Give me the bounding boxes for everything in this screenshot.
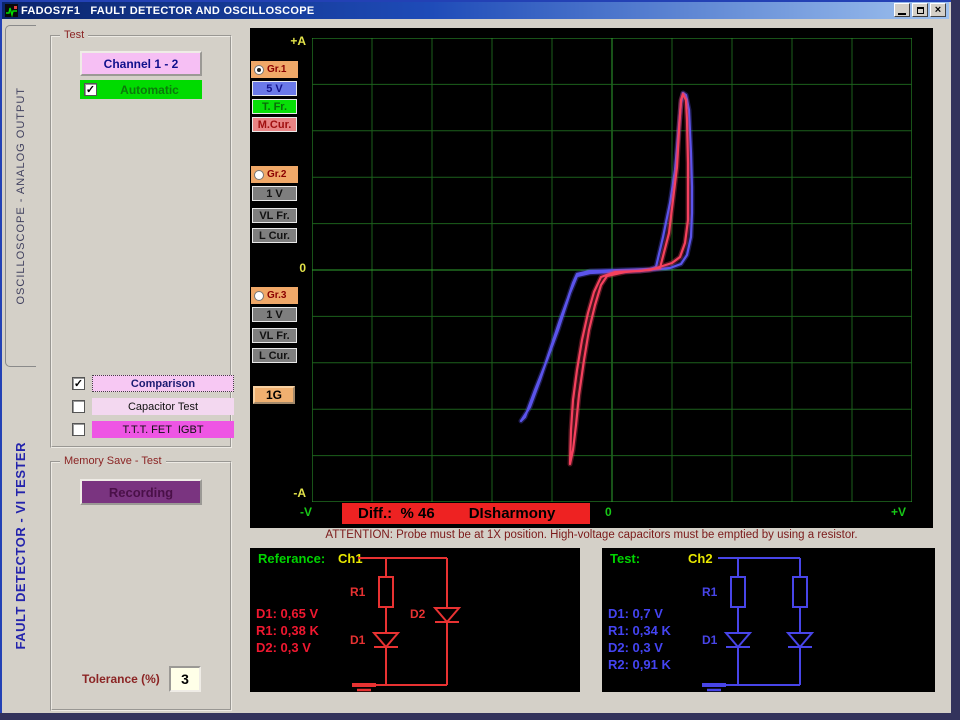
gain-group-3-radio-row[interactable]: Gr.3 — [251, 287, 298, 304]
comparison-checkbox[interactable]: ✓ — [72, 377, 85, 390]
gr3-current-button[interactable]: L Cur. — [252, 348, 297, 363]
x-axis-label-plus-v: +V — [891, 505, 906, 519]
component-label-d1: D1 — [350, 633, 366, 647]
recording-button[interactable]: Recording — [80, 479, 202, 505]
comparison-label: Comparison — [92, 375, 234, 392]
gr2-frequency-button[interactable]: VL Fr. — [252, 208, 297, 223]
restore-button[interactable] — [912, 3, 928, 17]
component-label-r1: R1 — [702, 585, 718, 599]
gr1-current-button[interactable]: M.Cur. — [252, 117, 297, 132]
difference-value: Diff.: % 46 — [358, 505, 435, 522]
trace-test-ch2 — [521, 93, 692, 421]
trace-reference-ch1 — [570, 94, 688, 464]
difference-status: DIsharmony — [469, 505, 556, 522]
channel-1-2-button[interactable]: Channel 1 - 2 — [80, 51, 202, 76]
component-label-d1: D1 — [702, 633, 718, 647]
trace-test-ch2 — [521, 93, 692, 421]
minimize-icon — [898, 13, 906, 15]
automatic-checkbox[interactable]: ✓ — [84, 83, 97, 96]
reference-channel-panel: Referance: Ch1 D1: 0,65 V R1: 0,38 K D2:… — [250, 548, 580, 692]
gr3-voltage-button[interactable]: 1 V — [252, 307, 297, 322]
gain-group-2-radio-row[interactable]: Gr.2 — [251, 166, 298, 183]
tab-oscilloscope-analog-output[interactable]: OSCILLOSCOPE - ANALOG OUTPUT — [5, 25, 36, 367]
tolerance-input[interactable] — [169, 666, 201, 692]
one-g-button[interactable]: 1G — [253, 386, 295, 404]
x-axis-label-zero: 0 — [605, 505, 612, 519]
window-title: FADOS7F1 FAULT DETECTOR AND OSCILLOSCOPE — [21, 5, 315, 17]
oscilloscope-display: Gr.1 5 V T. Fr. M.Cur. Gr.2 1 V VL Fr. L… — [250, 28, 933, 528]
component-label-r1: R1 — [350, 585, 366, 599]
tolerance-label: Tolerance (%) — [82, 672, 160, 686]
ttt-fet-igbt-checkbox[interactable] — [72, 423, 85, 436]
tab-fault-detector-label: FAULT DETECTOR - VI TESTER — [13, 442, 28, 650]
gr1-voltage-button[interactable]: 5 V — [252, 81, 297, 96]
capacitor-test-checkbox-row[interactable]: Capacitor Test — [72, 398, 234, 415]
window-controls: × — [894, 3, 946, 17]
comparison-checkbox-row[interactable]: ✓ Comparison — [72, 375, 234, 392]
gr2-voltage-button[interactable]: 1 V — [252, 186, 297, 201]
ttt-fet-igbt-checkbox-row[interactable]: T.T.T. FET IGBT — [72, 421, 234, 438]
app-icon — [5, 4, 18, 17]
automatic-label: Automatic — [97, 83, 202, 97]
gr3-frequency-button[interactable]: VL Fr. — [252, 328, 297, 343]
component-label-d2: D2 — [410, 607, 426, 621]
difference-status-banner: Diff.: % 46 DIsharmony — [342, 503, 590, 524]
memory-save-groupbox: Memory Save - Test Recording Tolerance (… — [50, 461, 232, 711]
close-icon: × — [935, 5, 941, 15]
gr3-label: Gr.3 — [267, 290, 286, 301]
gr2-radio[interactable] — [254, 170, 264, 180]
automatic-checkbox-row[interactable]: ✓ Automatic — [80, 80, 202, 99]
close-button[interactable]: × — [930, 3, 946, 17]
gr3-radio[interactable] — [254, 291, 264, 301]
capacitor-test-label: Capacitor Test — [92, 398, 234, 415]
tab-fault-detector-vi-tester[interactable]: FAULT DETECTOR - VI TESTER — [6, 388, 34, 704]
titlebar: FADOS7F1 FAULT DETECTOR AND OSCILLOSCOPE… — [2, 2, 949, 19]
memory-save-group-label: Memory Save - Test — [60, 455, 166, 467]
y-axis-label-zero: 0 — [276, 261, 306, 275]
scope-grid-svg — [312, 38, 912, 502]
ttt-fet-igbt-label: T.T.T. FET IGBT — [92, 421, 234, 438]
gr1-radio[interactable] — [254, 65, 264, 75]
tab-oscilloscope-label: OSCILLOSCOPE - ANALOG OUTPUT — [15, 87, 27, 305]
test-channel-panel: Test: Ch2 D1: 0,7 V R1: 0,34 K D2: 0,3 V… — [602, 548, 935, 692]
y-axis-label-plus-a: +A — [276, 34, 306, 48]
reference-circuit-diagram: R1 D1 D2 — [250, 548, 580, 692]
gain-group-1-radio-row[interactable]: Gr.1 — [251, 61, 298, 78]
x-axis-label-minus-v: -V — [300, 505, 312, 519]
app-screen: FADOS7F1 FAULT DETECTOR AND OSCILLOSCOPE… — [0, 0, 960, 720]
minimize-button[interactable] — [894, 3, 910, 17]
gr2-current-button[interactable]: L Cur. — [252, 228, 297, 243]
test-groupbox: Test Channel 1 - 2 ✓ Automatic ✓ Compari… — [50, 35, 232, 448]
attention-message: ATTENTION: Probe must be at 1X position.… — [250, 529, 933, 546]
gr1-frequency-button[interactable]: T. Fr. — [252, 99, 297, 114]
trace-reference-ch1 — [570, 94, 688, 464]
capacitor-test-checkbox[interactable] — [72, 400, 85, 413]
restore-icon — [917, 7, 924, 14]
gr1-label: Gr.1 — [267, 64, 286, 75]
y-axis-label-minus-a: -A — [276, 486, 306, 500]
test-circuit-diagram: R1 D1 — [602, 548, 935, 692]
test-group-label: Test — [60, 29, 88, 41]
gr2-label: Gr.2 — [267, 169, 286, 180]
